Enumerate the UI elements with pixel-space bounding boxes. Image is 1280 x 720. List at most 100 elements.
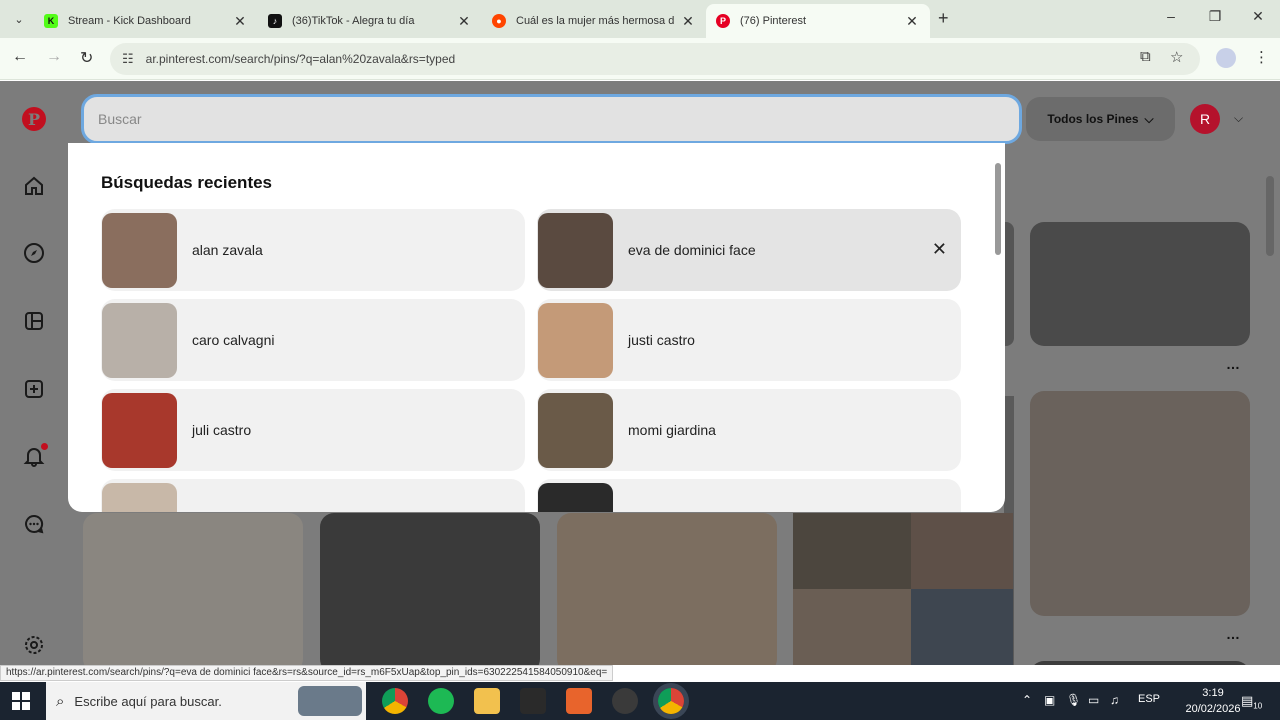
pin-filter-dropdown[interactable]: Todos los Pines ⌵ [1026, 97, 1175, 141]
pin-image[interactable] [83, 513, 303, 665]
pin-image[interactable] [1004, 222, 1014, 346]
profile-avatar[interactable] [1216, 48, 1236, 68]
close-icon[interactable]: ✕ [232, 13, 248, 30]
create-plus-icon[interactable] [21, 376, 47, 402]
recent-search-item[interactable]: eva de dominici face ✕ [537, 209, 961, 291]
network-icon[interactable]: ▭ [1088, 693, 1099, 707]
window-close-icon[interactable]: ✕ [1243, 8, 1273, 25]
boards-icon[interactable] [21, 308, 47, 334]
new-tab-plus-icon[interactable]: + [938, 8, 949, 29]
recent-search-thumbnail [538, 483, 613, 512]
recent-search-item[interactable]: justi castro [537, 299, 961, 381]
recent-search-item[interactable]: juli castro [101, 389, 525, 471]
pin-image[interactable] [1030, 391, 1250, 616]
search-icon: ⌕ [56, 692, 65, 710]
pin-image[interactable] [793, 589, 911, 665]
site-info-icon[interactable]: ☷ [122, 51, 134, 67]
address-bar[interactable]: ☷ ar.pinterest.com/search/pins/?q=alan%2… [110, 43, 1200, 75]
tab-title: Cuál es la mujer más hermosa d [516, 15, 675, 27]
chevron-down-icon: ⌵ [1144, 111, 1154, 126]
file-explorer-icon[interactable] [474, 688, 500, 714]
more-menu-icon[interactable]: ⋮ [1254, 48, 1269, 66]
windows-start-icon[interactable] [12, 692, 30, 710]
forward-arrow-icon[interactable]: → [46, 48, 62, 66]
pin-image[interactable] [793, 513, 911, 589]
recent-search-thumbnail [102, 212, 177, 288]
pin-image[interactable] [1030, 661, 1250, 665]
fl-studio-icon[interactable] [566, 688, 592, 714]
bookmark-star-icon[interactable]: ☆ [1170, 48, 1183, 66]
close-icon[interactable]: ✕ [904, 13, 920, 30]
recent-searches-heading: Búsquedas recientes [101, 173, 273, 192]
tab-title: (76) Pinterest [740, 15, 807, 27]
scrollbar-thumb[interactable] [995, 163, 1001, 255]
recent-search-label: alan zavala [192, 242, 263, 258]
recent-search-label: caro calvagni [192, 332, 275, 348]
explore-compass-icon[interactable] [21, 240, 47, 266]
pin-image[interactable] [911, 513, 1013, 589]
pin-image[interactable] [320, 513, 540, 665]
tab-kick[interactable]: K Stream - Kick Dashboard ✕ [34, 4, 258, 38]
minimize-icon[interactable]: – [1156, 8, 1186, 24]
reload-icon[interactable]: ↻ [80, 48, 93, 68]
messages-icon[interactable] [21, 511, 47, 537]
notification-dot [41, 443, 48, 450]
tray-chevron-icon[interactable]: ⌃ [1022, 693, 1032, 707]
pinterest-logo-icon[interactable]: P [21, 106, 47, 132]
tab-search-chevron-icon[interactable]: ⌄ [8, 8, 30, 30]
recent-search-label: juli castro [192, 422, 252, 438]
user-avatar[interactable]: R [1190, 104, 1220, 134]
recent-search-thumbnail [102, 483, 177, 512]
account-chevron-down-icon[interactable]: ⌵ [1234, 111, 1243, 126]
search-input[interactable] [98, 111, 1019, 127]
tab-pinterest[interactable]: P (76) Pinterest ✕ [706, 4, 930, 38]
left-navigation: P [0, 81, 68, 665]
tab-strip: ⌄ K Stream - Kick Dashboard ✕ ♪ (36)TikT… [0, 0, 1280, 38]
tray-app-icon[interactable]: ▣ [1044, 693, 1055, 707]
close-icon[interactable]: ✕ [680, 13, 696, 30]
settings-gear-icon[interactable] [21, 632, 47, 658]
recent-search-item[interactable]: momi giardina [537, 389, 961, 471]
pin-more-icon[interactable]: … [1226, 626, 1241, 642]
pin-more-icon[interactable]: … [1226, 356, 1241, 372]
obs-icon[interactable] [612, 688, 638, 714]
recent-search-item[interactable] [537, 479, 961, 512]
pin-image[interactable] [911, 589, 1013, 665]
install-app-icon[interactable]: ⧉ [1140, 48, 1151, 65]
taskbar-search-placeholder: Escribe aquí para buscar. [74, 693, 222, 709]
home-icon[interactable] [21, 173, 47, 199]
pin-image[interactable] [1030, 222, 1250, 346]
recent-search-item[interactable]: caro calvagni [101, 299, 525, 381]
recent-search-thumbnail [538, 302, 613, 378]
page-scrollbar[interactable] [1266, 176, 1274, 256]
notifications-bell-icon[interactable] [21, 443, 48, 469]
chrome-icon[interactable] [382, 688, 408, 714]
address-url[interactable]: ar.pinterest.com/search/pins/?q=alan%20z… [146, 52, 456, 66]
recent-search-item[interactable]: alan zavala [101, 209, 525, 291]
recent-search-thumbnail [102, 392, 177, 468]
search-highlight-image [298, 686, 362, 716]
back-arrow-icon[interactable]: ← [12, 48, 28, 66]
restore-icon[interactable]: ❐ [1200, 8, 1230, 25]
remove-search-close-icon[interactable]: ✕ [932, 239, 947, 260]
pin-image[interactable] [557, 513, 777, 665]
search-bar[interactable] [81, 94, 1022, 144]
volume-icon[interactable]: ♫ [1110, 693, 1119, 707]
recent-search-label: justi castro [628, 332, 695, 348]
recent-search-thumbnail [538, 392, 613, 468]
chrome-active-icon[interactable] [658, 688, 684, 714]
close-icon[interactable]: ✕ [456, 13, 472, 30]
recent-search-thumbnail [102, 302, 177, 378]
tab-tiktok[interactable]: ♪ (36)TikTok - Alegra tu día ✕ [258, 4, 482, 38]
language-indicator[interactable]: ESP [1138, 693, 1160, 705]
link-status-url: https://ar.pinterest.com/search/pins/?q=… [0, 665, 614, 681]
tab-title: (36)TikTok - Alegra tu día [292, 15, 415, 27]
tab-reddit[interactable]: ● Cuál es la mujer más hermosa d ✕ [482, 4, 706, 38]
spotify-icon[interactable] [428, 688, 454, 714]
dropdown-scrollbar[interactable] [993, 151, 1003, 511]
taskbar-search[interactable]: ⌕ Escribe aquí para buscar. [46, 682, 366, 720]
epic-games-icon[interactable] [520, 688, 546, 714]
microphone-icon[interactable]: 🎙 [1066, 693, 1081, 707]
recent-search-item[interactable] [101, 479, 525, 512]
notification-center-icon[interactable]: ▤10 [1241, 693, 1262, 711]
